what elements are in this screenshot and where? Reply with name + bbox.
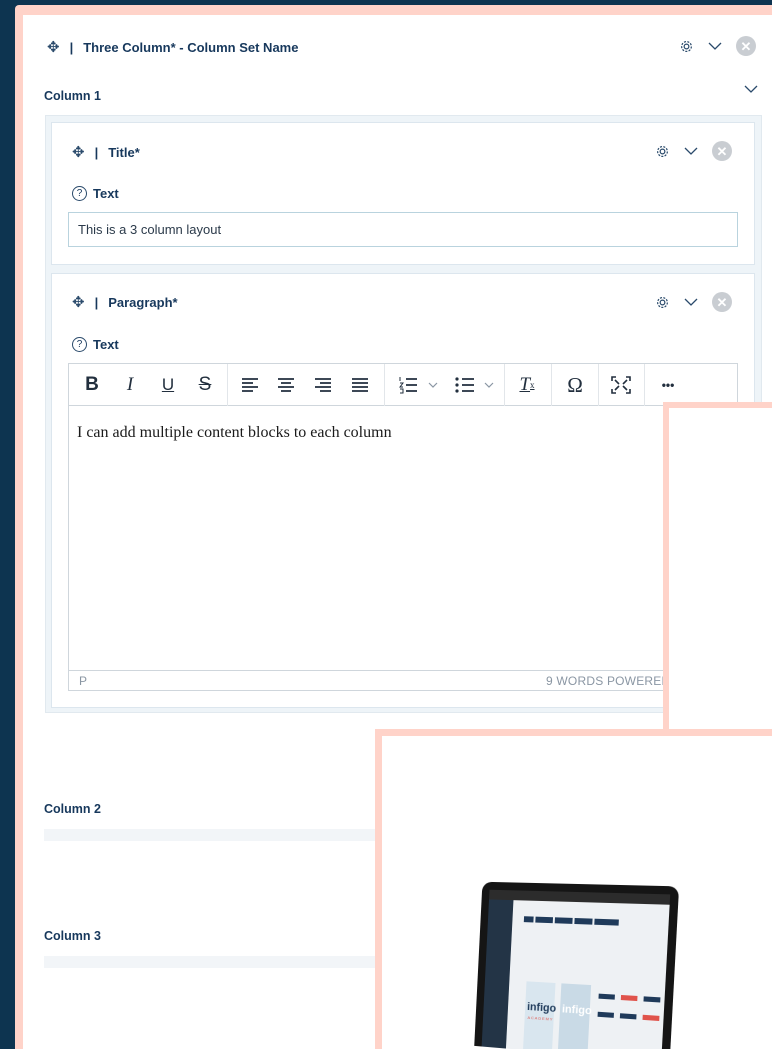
toolbar-divider <box>644 364 645 406</box>
overlay-popup-right <box>663 402 772 766</box>
screen-card: infigo <box>557 983 593 1049</box>
column-set-title: Three Column* - Column Set Name <box>83 39 299 55</box>
toolbar-divider <box>227 364 228 406</box>
field-label-text: Text <box>93 337 119 352</box>
bold-button[interactable]: B <box>81 364 103 406</box>
clear-x-icon: x <box>530 380 535 390</box>
close-icon[interactable]: ✕ <box>736 36 756 56</box>
align-center-icon[interactable] <box>275 364 297 406</box>
chevron-down-icon[interactable] <box>744 84 758 94</box>
screen-swatch <box>620 994 638 1002</box>
screen-topbar <box>489 889 671 905</box>
field-label-text: Text <box>93 186 119 201</box>
editor-toolbar: B I U S Tx Ω ••• <box>69 364 737 406</box>
clear-formatting-label: T <box>519 374 531 395</box>
header-separator: | <box>69 39 74 55</box>
column-set-header: ✥ | Three Column* - Column Set Name <box>47 38 298 56</box>
title-field-label: ? Text <box>72 186 119 201</box>
screen-swatch <box>619 1013 637 1020</box>
numbered-list-icon[interactable] <box>397 364 445 406</box>
header-separator: | <box>94 294 99 310</box>
paragraph-block-controls: ✕ <box>655 292 732 312</box>
overlay-popup-body <box>669 408 772 760</box>
screen-sidebar <box>481 889 514 1049</box>
column-3-label[interactable]: Column 3 <box>44 929 101 943</box>
italic-button[interactable]: I <box>119 364 141 406</box>
paragraph-field-label: ? Text <box>72 337 119 352</box>
overlay-preview-popup: infigo ACADEMY infigo <box>375 729 772 1049</box>
help-icon[interactable]: ? <box>72 186 87 201</box>
screen-swatch <box>598 993 615 1000</box>
column-1-label[interactable]: Column 1 <box>44 89 101 103</box>
align-justify-icon[interactable] <box>349 364 371 406</box>
laptop-image: infigo ACADEMY infigo <box>474 881 680 1049</box>
toolbar-divider <box>504 364 505 406</box>
move-icon[interactable]: ✥ <box>47 38 60 56</box>
toolbar-divider <box>384 364 385 406</box>
move-icon[interactable]: ✥ <box>72 143 85 161</box>
toolbar-divider <box>598 364 599 406</box>
screen-tab <box>535 916 554 924</box>
close-icon[interactable]: ✕ <box>712 292 732 312</box>
chevron-down-icon[interactable] <box>684 297 698 307</box>
screen-tab <box>523 916 534 923</box>
laptop-screen: infigo ACADEMY infigo <box>481 889 671 1049</box>
brand-subtitle: ACADEMY <box>527 1014 554 1022</box>
screen-swatch <box>597 1011 614 1018</box>
clear-formatting-button[interactable]: Tx <box>515 364 539 406</box>
align-right-icon[interactable] <box>312 364 334 406</box>
header-separator: | <box>94 144 99 160</box>
gear-icon[interactable] <box>679 39 694 54</box>
gear-icon[interactable] <box>655 295 670 310</box>
help-icon[interactable]: ? <box>72 337 87 352</box>
rich-text-editor: B I U S Tx Ω ••• I can add multiple cont… <box>68 363 738 691</box>
preview-body: infigo ACADEMY infigo <box>382 736 772 1049</box>
strikethrough-button[interactable]: S <box>193 364 217 406</box>
screen-swatch <box>642 1014 660 1022</box>
screen-card: infigo ACADEMY <box>523 981 556 1049</box>
more-button[interactable]: ••• <box>655 364 681 406</box>
move-icon[interactable]: ✥ <box>72 293 85 311</box>
title-text-input[interactable]: This is a 3 column layout <box>68 212 738 247</box>
screen-tab <box>574 917 593 925</box>
title-block-header: ✥ | Title* <box>72 143 140 161</box>
laptop-lid: infigo ACADEMY infigo <box>474 881 680 1049</box>
editor-content[interactable]: I can add multiple content blocks to eac… <box>77 424 392 442</box>
underline-button[interactable]: U <box>157 364 179 406</box>
element-path[interactable]: P <box>79 674 87 688</box>
fullscreen-icon[interactable] <box>608 364 634 406</box>
special-character-button[interactable]: Ω <box>561 364 589 406</box>
chevron-down-icon[interactable] <box>708 41 722 51</box>
screen-tab <box>554 917 573 924</box>
bullet-list-icon[interactable] <box>453 364 501 406</box>
column-2-dropzone[interactable] <box>44 829 384 841</box>
chevron-down-icon[interactable] <box>684 146 698 156</box>
toolbar-divider <box>551 364 552 406</box>
editor-statusbar: P 9 WORDS POWERED <box>69 670 737 691</box>
title-block-controls: ✕ <box>655 141 732 161</box>
gear-icon[interactable] <box>655 144 670 159</box>
align-left-icon[interactable] <box>239 364 261 406</box>
column-set-controls: ✕ <box>679 36 756 56</box>
paragraph-block-header: ✥ | Paragraph* <box>72 293 178 311</box>
screen-tab <box>594 918 619 926</box>
column-2-label[interactable]: Column 2 <box>44 802 101 816</box>
brand-logo: infigo <box>561 1003 593 1018</box>
paragraph-block-name: Paragraph* <box>108 294 178 310</box>
word-count: 9 WORDS POWERED <box>546 674 671 688</box>
close-icon[interactable]: ✕ <box>712 141 732 161</box>
column-3-dropzone[interactable] <box>44 956 384 968</box>
title-block-name: Title* <box>108 144 140 160</box>
brand-logo: infigo <box>526 1001 557 1015</box>
screen-swatch <box>643 996 661 1003</box>
